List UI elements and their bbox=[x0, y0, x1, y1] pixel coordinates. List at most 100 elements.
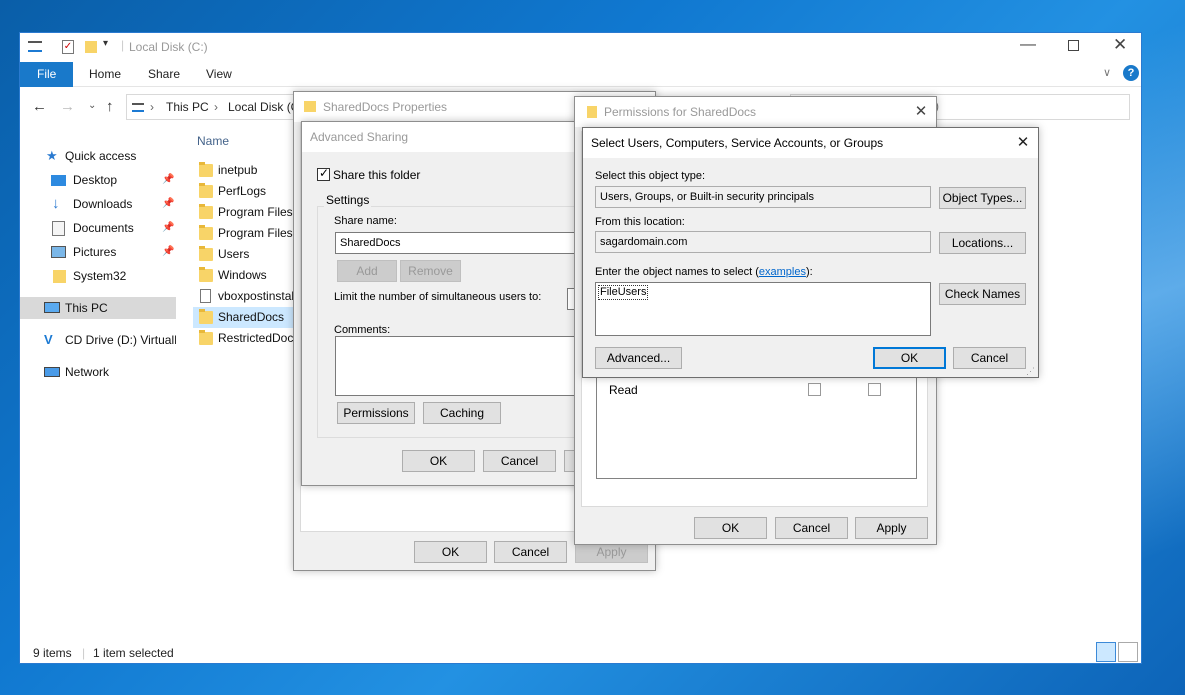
folder-icon bbox=[199, 309, 213, 324]
file-name: SharedDocs bbox=[218, 310, 285, 324]
add-share-button[interactable]: Add bbox=[337, 260, 397, 282]
file-name: vboxpostinstall bbox=[218, 289, 297, 303]
expand-ribbon-icon[interactable]: ∨ bbox=[1103, 66, 1111, 79]
folder-icon bbox=[199, 225, 213, 240]
permissions-ok-button[interactable]: OK bbox=[694, 517, 767, 539]
breadcrumb-separator-icon: › bbox=[214, 100, 218, 114]
remove-share-button[interactable]: Remove bbox=[400, 260, 461, 282]
up-arrow-icon[interactable]: ↑ bbox=[106, 98, 114, 115]
check-names-button[interactable]: Check Names bbox=[939, 283, 1026, 305]
pin-icon[interactable]: 📌 bbox=[162, 193, 174, 215]
pin-icon[interactable]: 📌 bbox=[162, 217, 174, 239]
address-bar[interactable]: › This PC › Local Disk (C:) bbox=[126, 94, 307, 120]
comments-textarea[interactable] bbox=[335, 336, 590, 396]
comments-label: Comments: bbox=[334, 324, 391, 336]
tab-view[interactable]: View bbox=[206, 62, 232, 87]
forward-arrow-icon[interactable]: → bbox=[60, 98, 75, 115]
file-name: PerfLogs bbox=[218, 184, 267, 198]
permissions-apply-button[interactable]: Apply bbox=[855, 517, 928, 539]
read-allow-checkbox[interactable] bbox=[808, 383, 821, 396]
maximize-icon[interactable] bbox=[1068, 40, 1079, 51]
folder-icon bbox=[587, 106, 597, 118]
recent-locations-icon[interactable]: ⌄ bbox=[88, 100, 96, 111]
nav-system32[interactable]: System32 bbox=[20, 265, 176, 287]
folder-icon bbox=[199, 330, 213, 345]
advanced-sharing-title: Advanced Sharing bbox=[310, 130, 409, 144]
select-users-cancel-button[interactable]: Cancel bbox=[953, 347, 1026, 369]
pin-icon[interactable]: 📌 bbox=[162, 169, 174, 191]
nav-label: This PC bbox=[65, 301, 108, 315]
object-type-field: Users, Groups, or Built-in security prin… bbox=[595, 186, 931, 208]
list-item[interactable]: RestrictedDocs bbox=[193, 328, 303, 349]
object-names-textarea[interactable]: FileUsers bbox=[595, 282, 931, 336]
list-item-selected[interactable]: SharedDocs bbox=[193, 307, 303, 328]
object-types-button[interactable]: Object Types... bbox=[939, 187, 1026, 209]
caching-button[interactable]: Caching bbox=[423, 402, 501, 424]
nav-this-pc[interactable]: This PC bbox=[20, 297, 176, 319]
permissions-titlebar: Permissions for SharedDocs ✕ bbox=[575, 97, 936, 127]
nav-network[interactable]: Network bbox=[20, 361, 176, 383]
details-view-icon[interactable] bbox=[1096, 642, 1116, 662]
resize-grip-icon[interactable]: ⋰ bbox=[1026, 366, 1035, 377]
close-icon[interactable]: ✕ bbox=[1113, 35, 1127, 55]
breadcrumb-this-pc[interactable]: This PC bbox=[166, 95, 209, 119]
window-title: Local Disk (C:) bbox=[129, 40, 208, 54]
read-deny-checkbox[interactable] bbox=[868, 383, 881, 396]
list-item[interactable]: Program Files bbox=[193, 202, 303, 223]
help-icon[interactable]: ? bbox=[1123, 65, 1139, 81]
list-item[interactable]: Program Files (x86) bbox=[193, 223, 303, 244]
tab-file[interactable]: File bbox=[20, 62, 74, 87]
examples-link[interactable]: examples bbox=[759, 266, 806, 278]
nav-label: Pictures bbox=[73, 245, 117, 259]
nav-quick-access[interactable]: ★ Quick access bbox=[20, 145, 176, 167]
properties-icon[interactable]: ✓ bbox=[62, 40, 74, 54]
advanced-button[interactable]: Advanced... bbox=[595, 347, 682, 369]
close-icon[interactable]: ✕ bbox=[911, 97, 931, 127]
advanced-sharing-ok-button[interactable]: OK bbox=[402, 450, 475, 472]
select-users-ok-button[interactable]: OK bbox=[873, 347, 946, 369]
permissions-button[interactable]: Permissions bbox=[337, 402, 415, 424]
folder-icon bbox=[199, 204, 213, 219]
properties-title: SharedDocs Properties bbox=[323, 100, 448, 114]
share-name-input[interactable]: SharedDocs bbox=[335, 232, 590, 254]
nav-label: CD Drive (D:) VirtualBox bbox=[65, 333, 176, 347]
documents-icon bbox=[52, 221, 65, 236]
quick-access-toolbar-icon[interactable] bbox=[28, 41, 42, 52]
advanced-sharing-cancel-button[interactable]: Cancel bbox=[483, 450, 556, 472]
list-item[interactable]: vboxpostinstall bbox=[193, 286, 303, 307]
object-names-label: Enter the object names to select (exampl… bbox=[595, 266, 813, 278]
properties-cancel-button[interactable]: Cancel bbox=[494, 541, 567, 563]
nav-desktop[interactable]: Desktop 📌 bbox=[20, 169, 176, 191]
share-this-folder-checkbox[interactable]: ✓ bbox=[317, 166, 330, 181]
locations-button[interactable]: Locations... bbox=[939, 232, 1026, 254]
list-item[interactable]: Users bbox=[193, 244, 303, 265]
nav-cd-drive[interactable]: V CD Drive (D:) VirtualBox bbox=[20, 329, 176, 351]
nav-label: Network bbox=[65, 365, 110, 379]
status-bar: 9 items | 1 item selected bbox=[20, 643, 1141, 664]
permissions-list: Read bbox=[596, 373, 917, 479]
back-arrow-icon[interactable]: ← bbox=[32, 98, 47, 115]
object-names-value: FileUsers bbox=[598, 285, 649, 300]
list-item[interactable]: PerfLogs bbox=[193, 181, 303, 202]
minimize-icon[interactable]: — bbox=[1020, 36, 1036, 54]
object-names-label-text: Enter the object names to select ( bbox=[595, 266, 759, 278]
nav-pictures[interactable]: Pictures 📌 bbox=[20, 241, 176, 263]
status-selected-count: 1 item selected bbox=[93, 646, 174, 660]
list-item[interactable]: Windows bbox=[193, 265, 303, 286]
tab-home[interactable]: Home bbox=[89, 62, 121, 87]
chevron-down-icon[interactable]: ▾ bbox=[103, 38, 108, 49]
location-field: sagardomain.com bbox=[595, 231, 931, 253]
large-icons-view-icon[interactable] bbox=[1118, 642, 1138, 662]
close-icon[interactable]: ✕ bbox=[1013, 128, 1033, 158]
permissions-cancel-button[interactable]: Cancel bbox=[775, 517, 848, 539]
list-item[interactable]: inetpub bbox=[193, 160, 303, 181]
folder-icon bbox=[199, 183, 213, 198]
properties-ok-button[interactable]: OK bbox=[414, 541, 487, 563]
tab-share[interactable]: Share bbox=[148, 62, 180, 87]
nav-downloads[interactable]: ↓ Downloads 📌 bbox=[20, 193, 176, 215]
folder-icon bbox=[304, 101, 316, 112]
nav-documents[interactable]: Documents 📌 bbox=[20, 217, 176, 239]
new-folder-icon[interactable] bbox=[85, 41, 97, 53]
pin-icon[interactable]: 📌 bbox=[162, 241, 174, 263]
file-name: Windows bbox=[218, 268, 267, 282]
